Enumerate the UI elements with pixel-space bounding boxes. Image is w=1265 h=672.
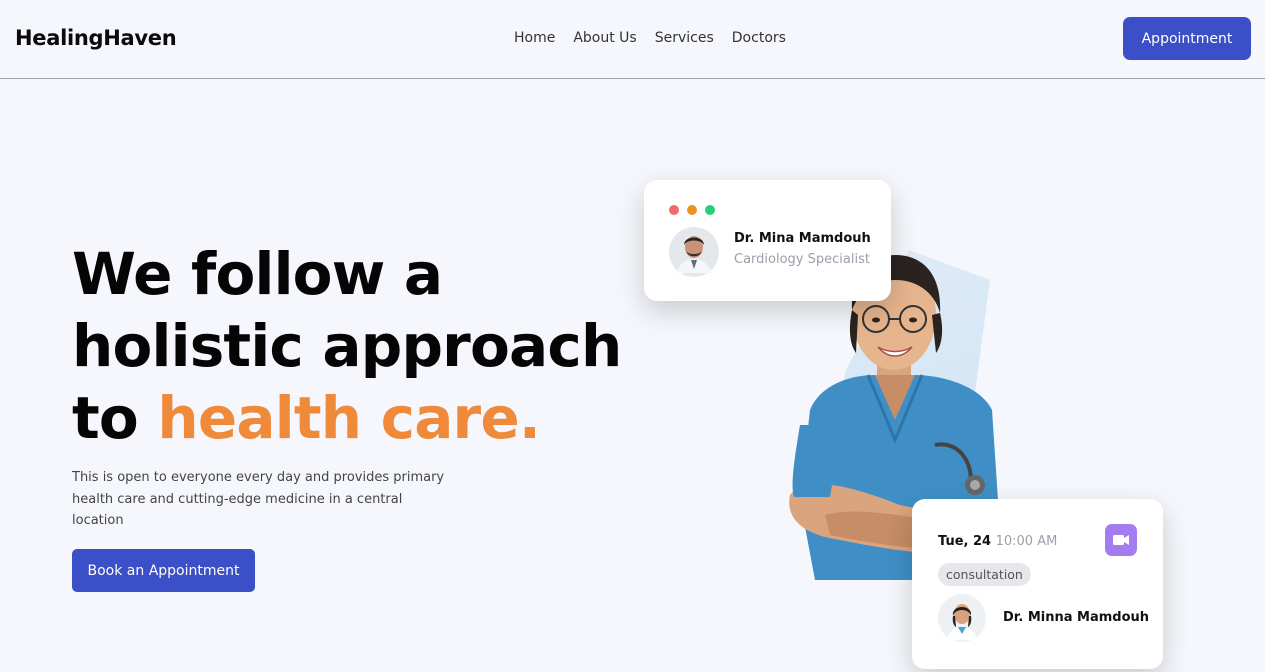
doctor-name: Dr. Mina Mamdouh bbox=[734, 231, 871, 246]
nav-link-services[interactable]: Services bbox=[655, 30, 714, 46]
hero-title-line3: to bbox=[72, 384, 158, 452]
nav-links: Home About Us Services Doctors bbox=[514, 30, 804, 46]
appointment-button[interactable]: Appointment bbox=[1123, 17, 1251, 60]
nav-link-home[interactable]: Home bbox=[514, 30, 555, 46]
book-appointment-button[interactable]: Book an Appointment bbox=[72, 549, 255, 592]
appointment-date: Tue, 24 bbox=[938, 534, 992, 549]
nav-link-doctors[interactable]: Doctors bbox=[732, 30, 786, 46]
appointment-date-time: Tue, 24 10:00 AM bbox=[938, 534, 1057, 549]
brand-logo[interactable]: HealingHaven bbox=[15, 26, 177, 50]
consultation-tag: consultation bbox=[938, 563, 1031, 586]
hero-title-accent: health care. bbox=[157, 384, 541, 452]
appointment-doctor-avatar bbox=[938, 594, 986, 642]
window-dots bbox=[669, 205, 723, 215]
hero-title: We follow a holistic approach to health … bbox=[72, 238, 632, 454]
appointment-card[interactable]: Tue, 24 10:00 AM consultation Dr. Minna … bbox=[912, 499, 1163, 669]
doctor-avatar bbox=[669, 227, 719, 277]
video-camera-icon[interactable] bbox=[1105, 524, 1137, 556]
orange-dot-icon bbox=[687, 205, 697, 215]
nav-link-about-us[interactable]: About Us bbox=[573, 30, 636, 46]
appointment-time: 10:00 AM bbox=[995, 534, 1058, 549]
doctor-card[interactable]: Dr. Mina Mamdouh Cardiology Specialist bbox=[644, 180, 891, 301]
hero-title-line2: holistic approach bbox=[72, 312, 622, 380]
doctor-specialty: Cardiology Specialist bbox=[734, 252, 870, 267]
navbar: HealingHaven Home About Us Services Doct… bbox=[0, 0, 1265, 79]
hero-title-line1: We follow a bbox=[72, 240, 443, 308]
red-dot-icon bbox=[669, 205, 679, 215]
hero-description: This is open to everyone every day and p… bbox=[72, 470, 445, 528]
green-dot-icon bbox=[705, 205, 715, 215]
appointment-doctor-name: Dr. Minna Mamdouh bbox=[1003, 610, 1150, 625]
